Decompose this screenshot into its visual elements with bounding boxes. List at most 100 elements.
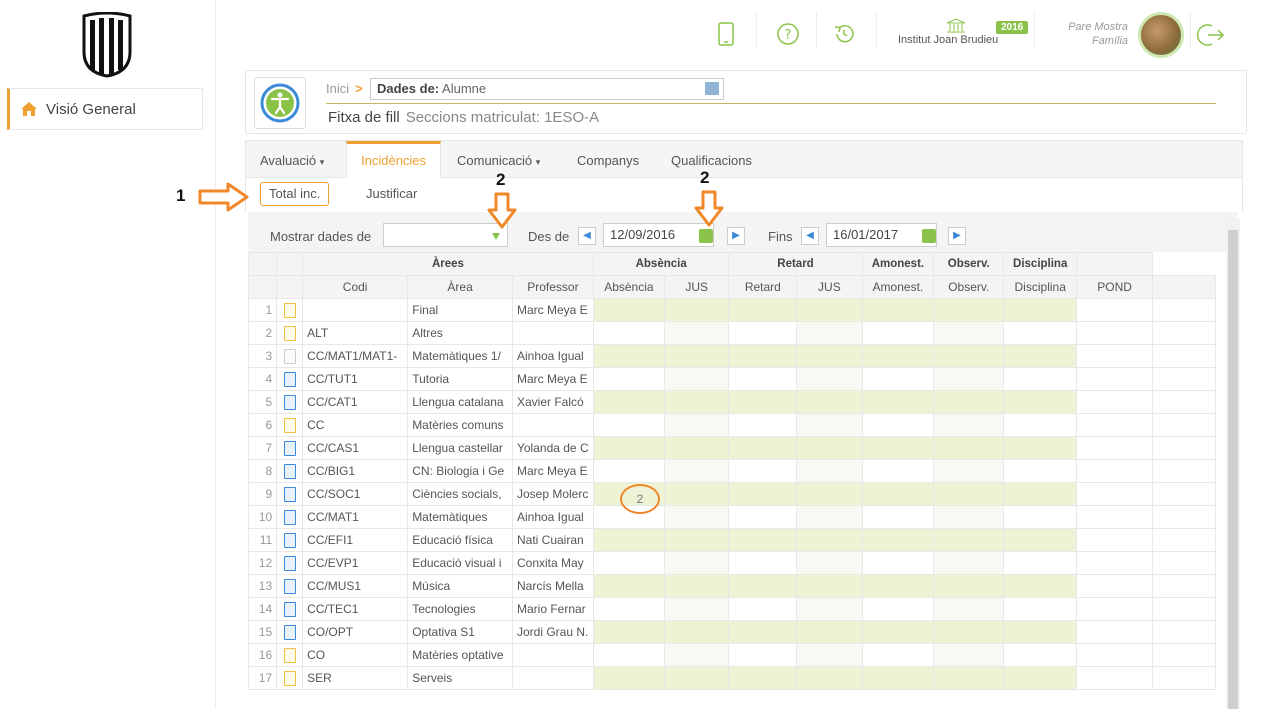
next-date-button[interactable]: ▶ xyxy=(948,227,966,245)
cell-amonest xyxy=(861,620,935,644)
tab-qualificacions[interactable]: Qualificacions xyxy=(671,153,752,168)
document-icon[interactable] xyxy=(283,463,296,479)
document-icon[interactable] xyxy=(283,486,296,502)
cell-observ xyxy=(933,528,1005,552)
table-row[interactable]: 14 CC/TEC1 Tecnologies Mario Fernar xyxy=(248,597,1216,621)
cell-jus xyxy=(663,528,730,552)
table-row[interactable]: 8 CC/BIG1 CN: Biologia i Ge Marc Meya E xyxy=(248,459,1216,483)
school-selector[interactable]: 2016 Institut Joan Brudieu xyxy=(898,18,1029,58)
sidebar-item-visio-general[interactable]: Visió General xyxy=(7,88,203,130)
breadcrumb-home[interactable]: Inici xyxy=(326,81,349,96)
document-icon[interactable] xyxy=(283,371,296,387)
table-row[interactable]: 1 Final Marc Meya E xyxy=(248,298,1216,322)
document-icon[interactable] xyxy=(283,532,296,548)
document-icon-cell xyxy=(276,666,304,690)
document-icon[interactable] xyxy=(283,647,296,663)
document-icon[interactable] xyxy=(283,440,296,456)
col-header-disciplina[interactable]: Disciplina xyxy=(1003,275,1078,299)
user-info[interactable]: Pare Mostra Família xyxy=(1050,20,1128,48)
col-header-area[interactable]: Àrea xyxy=(407,275,513,299)
help-icon[interactable]: ? xyxy=(768,14,808,54)
document-icon[interactable] xyxy=(283,509,296,525)
prev-date-button[interactable]: ◀ xyxy=(801,227,819,245)
tab-avaluacio[interactable]: Avaluació ▾ xyxy=(260,153,324,168)
fins-date-input[interactable]: 16/01/2017 xyxy=(826,223,937,247)
col-header-absencia[interactable]: Absència xyxy=(592,275,665,299)
col-header-jus[interactable]: JUS xyxy=(663,275,730,299)
mobile-icon[interactable] xyxy=(706,14,746,54)
cell-disciplina xyxy=(1003,643,1078,667)
next-date-button[interactable]: ▶ xyxy=(727,227,745,245)
cell-jus xyxy=(663,390,730,414)
filter-down-icon[interactable] xyxy=(491,231,501,241)
table-row[interactable]: 13 CC/MUS1 Música Narcís Mella xyxy=(248,574,1216,598)
tab-comunicacio[interactable]: Comunicació ▾ xyxy=(457,153,540,168)
student-header: Inici > Dades de: Alumne Fitxa de fill Sec… xyxy=(245,70,1247,134)
prev-date-button[interactable]: ◀ xyxy=(578,227,596,245)
cell-jus xyxy=(796,298,863,322)
row-number: 17 xyxy=(248,666,278,690)
col-header-observ[interactable]: Observ. xyxy=(933,275,1005,299)
col-header-jus[interactable]: JUS xyxy=(796,275,863,299)
tab-incidencies[interactable]: Incidències xyxy=(346,141,442,179)
table-row[interactable]: 3 CC/MAT1/MAT1- Matemàtiques 1/Ainhoa Igua… xyxy=(248,344,1216,368)
document-icon[interactable] xyxy=(283,302,296,318)
table-row[interactable]: 7 CC/CAS1 Llengua castellar Yolanda de C xyxy=(248,436,1216,460)
document-icon[interactable] xyxy=(283,601,296,617)
cell-retard xyxy=(728,597,798,621)
scrollbar-thumb[interactable] xyxy=(1228,230,1238,709)
col-header-professor[interactable]: Professor xyxy=(511,275,594,299)
calendar-icon[interactable] xyxy=(699,229,713,243)
cell-amonest xyxy=(861,321,935,345)
table-row[interactable]: 4 CC/TUT1 Tutoria Marc Meya E xyxy=(248,367,1216,391)
group-header-observ: Observ. xyxy=(933,252,1005,276)
cell-amonest xyxy=(861,367,935,391)
cell-pond xyxy=(1076,505,1153,529)
table-row[interactable]: 15 CO/OPT Optativa S1 Jordi Grau N. xyxy=(248,620,1216,644)
dades-select[interactable]: Dades de: Alumne xyxy=(370,78,724,100)
table-row[interactable]: 12 CC/EVP1 Educació visual i Conxita May xyxy=(248,551,1216,575)
cell-absencia xyxy=(592,436,665,460)
document-icon[interactable] xyxy=(283,417,296,433)
cell-absencia xyxy=(592,597,665,621)
logout-icon[interactable] xyxy=(1196,20,1226,50)
document-icon[interactable] xyxy=(283,394,296,410)
table-row[interactable]: 2 ALT Altres xyxy=(248,321,1216,345)
table-row[interactable]: 10 CC/MAT1 Matemàtiques Ainhoa Igual xyxy=(248,505,1216,529)
cell-codi: CC/TEC1 xyxy=(302,597,409,621)
table-row[interactable]: 9 CC/SOC1 Ciències socials, Josep Molerc xyxy=(248,482,1216,506)
col-header-codi[interactable]: Codi xyxy=(302,275,409,299)
cell-observ xyxy=(933,459,1005,483)
col-header-retard[interactable]: Retard xyxy=(728,275,798,299)
total-inc-button[interactable]: Total inc. xyxy=(260,182,330,206)
row-number: 10 xyxy=(248,505,278,529)
document-icon[interactable] xyxy=(283,624,296,640)
group-header-disciplina: Disciplina xyxy=(1003,252,1078,276)
document-icon[interactable] xyxy=(283,555,296,571)
table-row[interactable]: 5 CC/CAT1 Llengua catalana Xavier Falcó xyxy=(248,390,1216,414)
document-icon[interactable] xyxy=(283,348,296,364)
tab-companys[interactable]: Companys xyxy=(577,153,639,168)
row-number: 1 xyxy=(248,298,278,322)
chevron-down-icon[interactable] xyxy=(705,82,719,95)
scrollbar[interactable] xyxy=(1226,218,1240,709)
cell-observ xyxy=(933,482,1005,506)
avatar[interactable] xyxy=(1138,12,1184,58)
table-row[interactable]: 11 CC/EFI1 Educació física Nati Cuairan xyxy=(248,528,1216,552)
cell-jus xyxy=(663,643,730,667)
cell-codi: ALT xyxy=(302,321,409,345)
justificar-button[interactable]: Justificar xyxy=(366,186,417,201)
divider xyxy=(215,0,216,709)
document-icon[interactable] xyxy=(283,578,296,594)
cell-professor xyxy=(511,666,594,690)
table-row[interactable]: 17 SER Serveis xyxy=(248,666,1216,690)
history-icon[interactable] xyxy=(824,14,864,54)
cell-absencia xyxy=(592,367,665,391)
table-row[interactable]: 16 CO Matèries optative xyxy=(248,643,1216,667)
col-header-pond[interactable]: POND xyxy=(1076,275,1153,299)
calendar-icon[interactable] xyxy=(922,229,936,243)
document-icon[interactable] xyxy=(283,670,296,686)
table-row[interactable]: 6 CC Matèries comuns xyxy=(248,413,1216,437)
document-icon[interactable] xyxy=(283,325,296,341)
col-header-amonest[interactable]: Amonest. xyxy=(861,275,935,299)
